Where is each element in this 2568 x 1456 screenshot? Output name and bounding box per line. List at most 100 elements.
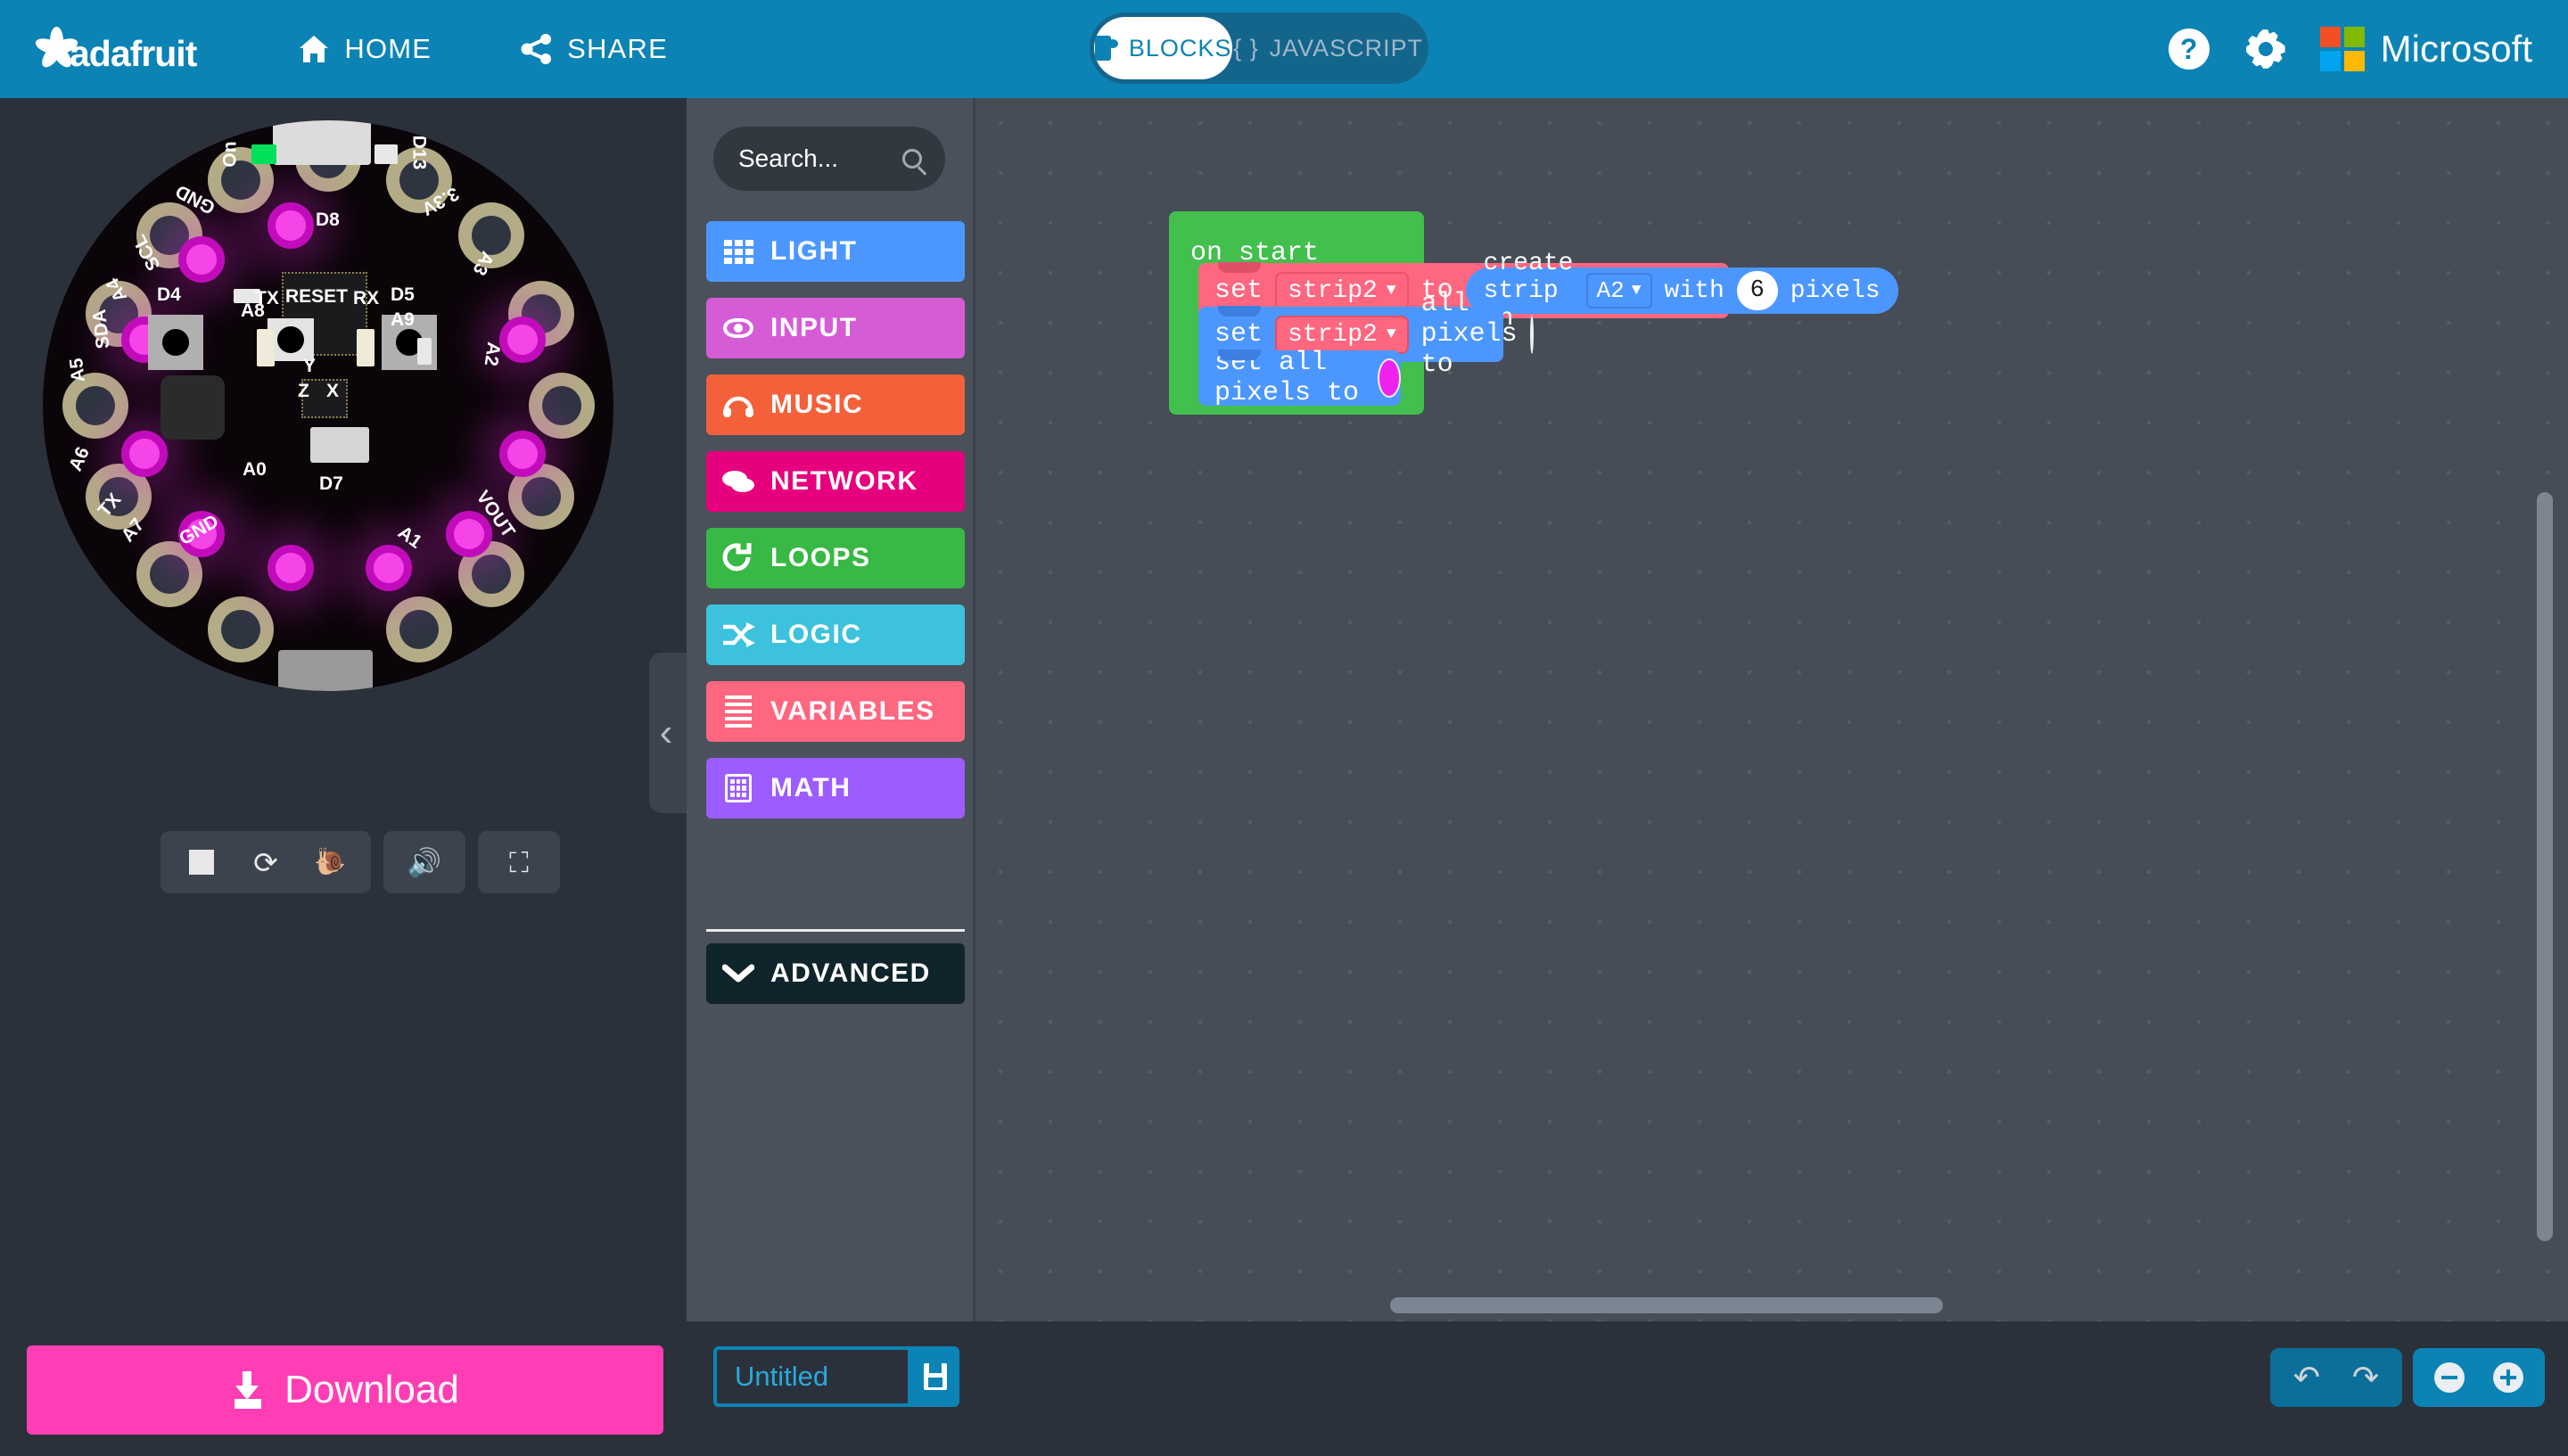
search-input[interactable]: Search... (713, 127, 945, 191)
calculator-icon (706, 774, 770, 802)
toolbox-category-math[interactable]: MATH (706, 758, 965, 818)
stop-button[interactable] (169, 831, 234, 893)
plus-circle-icon (2493, 1362, 2523, 1393)
circuit-playground-board[interactable]: On D13 GND D8 3.3V SCL A4 A3 SDA A5 A2 A… (43, 120, 631, 709)
adafruit-brand[interactable]: adafruit (32, 24, 197, 75)
adafruit-flower-logo-icon (32, 25, 80, 73)
variable-dropdown-strip2[interactable]: strip2 ▼ (1275, 271, 1409, 310)
toolbox-category-advanced-label: ADVANCED (770, 958, 931, 988)
help-button[interactable]: ? (2151, 0, 2227, 98)
pin-dropdown[interactable]: A2 ▼ (1585, 273, 1652, 308)
toolbox-category-input-label: INPUT (770, 313, 858, 342)
fullscreen-button[interactable]: ⛶ (487, 831, 551, 893)
variable-name: strip2 (1288, 276, 1378, 305)
toolbox-category-variables[interactable]: VARIABLES (706, 681, 965, 742)
save-button[interactable] (911, 1346, 959, 1407)
share-button[interactable]: SHARE (501, 0, 687, 98)
search-icon (902, 149, 922, 169)
blocks-toolbox: Search... LIGHT INPUT MUSIC NETWORK LOOP… (687, 98, 975, 1321)
speaker (160, 375, 225, 440)
curly-braces-icon: { } (1233, 34, 1259, 62)
battery-connector (278, 650, 373, 691)
toolbox-category-advanced[interactable]: ADVANCED (706, 943, 965, 1004)
pad-a1[interactable] (386, 596, 452, 662)
neopixel-8 (499, 431, 546, 477)
color-swatch-magenta[interactable] (1377, 358, 1401, 398)
tab-javascript[interactable]: { } JAVASCRIPT (1232, 17, 1424, 79)
label-z: Z (298, 381, 309, 401)
tab-blocks[interactable]: BLOCKS (1094, 17, 1233, 79)
undo-redo-group: ↶ ↷ (2270, 1348, 2402, 1407)
set-keyword: set (1214, 276, 1263, 306)
grid-icon (706, 239, 770, 264)
pixel-count-input[interactable]: 6 (1736, 271, 1778, 310)
mute-group: 🔊 (383, 831, 465, 893)
button-a[interactable] (148, 315, 203, 370)
chevron-down-icon: ▼ (1631, 282, 1642, 300)
label-d13: D13 (408, 135, 430, 170)
undo-button[interactable]: ↶ (2277, 1348, 2336, 1407)
download-button[interactable]: Download (27, 1345, 663, 1435)
variable-name: strip2 (1288, 320, 1378, 349)
tab-blocks-label: BLOCKS (1128, 34, 1232, 62)
home-button[interactable]: HOME (278, 0, 451, 98)
toolbox-category-network[interactable]: NETWORK (706, 451, 965, 512)
minus-circle-icon (2434, 1362, 2465, 1393)
blocks-workspace[interactable]: on start set strip2 ▼ to create strip on… (975, 98, 2568, 1321)
settings-button[interactable] (2227, 0, 2304, 98)
neopixel-0 (268, 202, 314, 249)
label-tx: TX (255, 288, 279, 308)
microsoft-logo[interactable]: Microsoft (2319, 27, 2532, 71)
app-footer: Download (0, 1321, 2568, 1456)
toolbox-category-input[interactable]: INPUT (706, 298, 965, 358)
toolbox-category-music[interactable]: MUSIC (706, 374, 965, 435)
color-swatch-white[interactable] (1529, 315, 1534, 354)
toolbox-category-loops[interactable]: LOOPS (706, 528, 965, 588)
led-rx (357, 329, 374, 366)
speech-bubble-icon (706, 469, 770, 494)
home-icon (300, 36, 329, 62)
redo-arrow-icon: ↷ (2351, 1359, 2380, 1395)
neopixel-6 (366, 545, 412, 591)
with-label: with (1664, 276, 1724, 305)
zoom-out-button[interactable] (2420, 1348, 2479, 1407)
block-create-strip[interactable]: create strip on A2 ▼ with 6 pixels (1465, 250, 1898, 333)
toolbox-divider (706, 929, 965, 932)
playback-controls: ⟳ 🐌 (160, 831, 371, 893)
redo-button[interactable]: ↷ (2336, 1348, 2395, 1407)
label-y: Y (303, 356, 317, 376)
slow-motion-button[interactable]: 🐌 (298, 831, 362, 893)
label-a5: A5 (66, 357, 89, 383)
toolbox-category-logic[interactable]: LOGIC (706, 605, 965, 665)
label-d8: D8 (316, 210, 340, 230)
fullscreen-icon: ⛶ (509, 846, 529, 878)
toolbox-category-loops-label: LOOPS (770, 543, 871, 572)
pad-a3-pad[interactable] (529, 373, 595, 439)
label-d7: D7 (319, 473, 343, 494)
block-set-all-pixels[interactable]: set all pixels to (1198, 348, 1401, 408)
label-rx: RX (353, 288, 380, 308)
project-name-row: Untitled (713, 1346, 959, 1407)
collapse-simulator-handle[interactable]: ‹ (649, 653, 687, 813)
snail-icon: 🐌 (313, 847, 347, 876)
slide-switch-d7[interactable] (310, 427, 369, 463)
restart-button[interactable]: ⟳ (234, 831, 298, 893)
mute-button[interactable]: 🔊 (392, 831, 457, 893)
editor-tools: ↶ ↷ (2270, 1348, 2545, 1407)
workspace-vertical-scrollbar[interactable] (2537, 492, 2553, 1241)
brand-name: adafruit (70, 32, 197, 74)
toolbox-category-music-label: MUSIC (770, 390, 864, 419)
toolbox-category-light-label: LIGHT (770, 236, 858, 266)
toolbox-category-light[interactable]: LIGHT (706, 221, 965, 282)
pad-gnd-bl[interactable] (208, 596, 274, 662)
usb-connector (273, 120, 371, 165)
label-d5: D5 (391, 284, 415, 305)
neopixel-9 (499, 317, 546, 363)
app-header: adafruit HOME SHARE BLOCKS { } JAVASCRIP… (0, 0, 2568, 98)
zoom-in-button[interactable] (2479, 1348, 2538, 1407)
project-name-input[interactable]: Untitled (713, 1346, 911, 1407)
label-a9: A9 (391, 309, 415, 330)
share-label: SHARE (567, 33, 668, 64)
editor-mode-switch: BLOCKS { } JAVASCRIPT (1090, 12, 1428, 84)
workspace-horizontal-scrollbar[interactable] (1390, 1297, 1943, 1313)
